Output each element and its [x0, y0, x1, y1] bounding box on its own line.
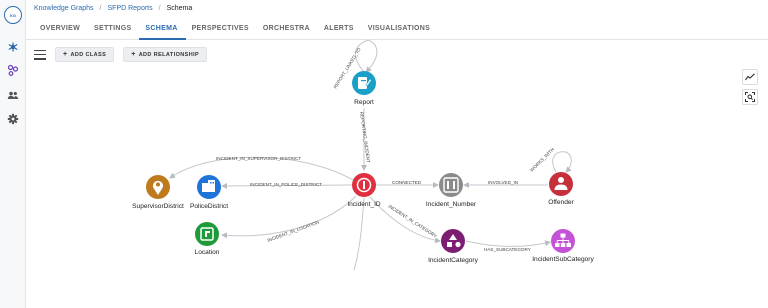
node-label-incident-sub-category: IncidentSubCategory — [532, 256, 594, 263]
node-offender-circle — [549, 172, 573, 196]
node-report[interactable]: Report — [352, 71, 376, 106]
edge-label-in-supervisor-district: INCIDENT_IN_SUPERVISOR_DISTRICT — [216, 156, 301, 161]
edge-label-has-subcategory: HAS_SUBCATEGORY — [484, 247, 531, 252]
node-incident-sub-category[interactable]: IncidentSubCategory — [532, 229, 594, 263]
node-label-incident-number: Incident_Number — [426, 201, 477, 208]
node-supervisor-district[interactable]: SupervisorDistrict — [132, 175, 184, 210]
schema-graph[interactable]: REPORT_LINKED_TO REPORTING_INCIDENT INCI… — [0, 0, 768, 308]
edge-label-involved-in: INVOLVED_IN — [488, 180, 518, 185]
node-incident-number-circle — [439, 173, 463, 197]
node-offender[interactable]: Offender — [548, 172, 575, 206]
node-label-supervisor-district: SupervisorDistrict — [132, 203, 184, 210]
node-label-incident-id: Incident_ID — [347, 201, 381, 208]
edge-label-reporting-incident: REPORTING_INCIDENT — [359, 111, 371, 163]
edge-report-linked-to[interactable] — [355, 39, 378, 73]
edge-label-in-location: INCIDENT_IN_LOCATION — [267, 220, 320, 243]
edge-label-works-with: WORKS_WITH — [529, 147, 555, 173]
node-incident-id[interactable]: Incident_ID — [347, 173, 381, 208]
node-label-police-district: PoliceDistrict — [190, 203, 228, 210]
edge-incident-curve — [353, 197, 365, 271]
node-label-location: Location — [195, 249, 220, 256]
node-police-district[interactable]: PoliceDistrict — [190, 175, 228, 210]
edge-label-connected: CONNECTED — [392, 180, 422, 185]
node-incident-category-circle — [441, 229, 465, 253]
node-label-report: Report — [354, 99, 374, 106]
node-label-incident-category: IncidentCategory — [428, 257, 479, 264]
edge-works-with[interactable] — [552, 151, 572, 173]
edge-has-subcategory[interactable] — [465, 240, 551, 247]
node-location[interactable]: Location — [195, 222, 220, 256]
node-incident-number[interactable]: Incident_Number — [426, 173, 477, 208]
node-label-offender: Offender — [548, 199, 574, 206]
edge-label-in-police-district: INCIDENT_IN_POLICE_DISTRICT — [250, 182, 322, 187]
edge-label-in-category: INCIDENT_IN_CATEGORY — [387, 204, 437, 239]
